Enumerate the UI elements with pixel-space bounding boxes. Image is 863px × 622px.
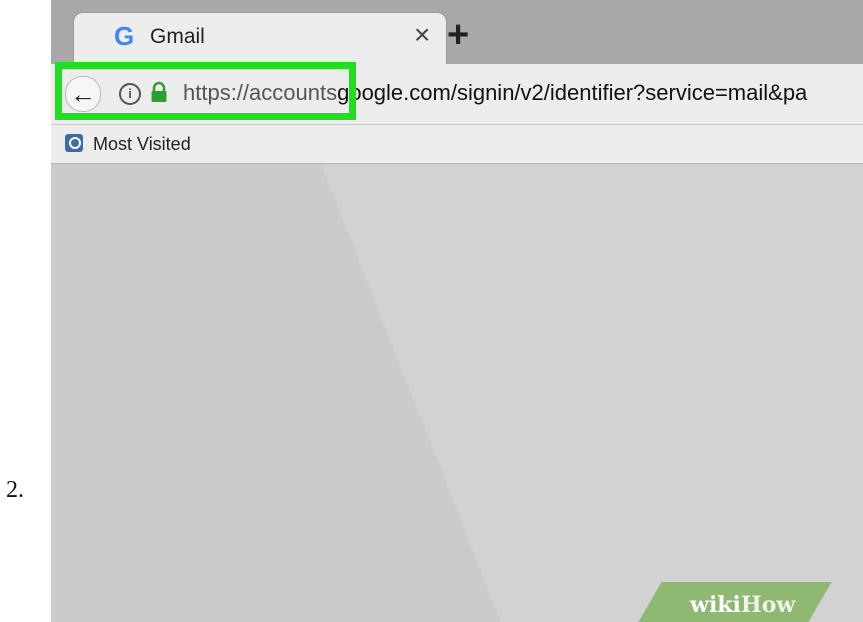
url-path: google.com/signin/v2/identifier?service=… <box>337 80 808 105</box>
tab-strip: G Gmail × + <box>51 0 863 69</box>
bookmarks-folder-icon <box>65 134 83 152</box>
bookmarks-bar: Most Visited <box>51 125 863 164</box>
highlight-box <box>55 62 356 120</box>
new-tab-button[interactable]: + <box>447 16 469 54</box>
wikihow-logo: wikiHow <box>690 592 796 618</box>
tab-gmail[interactable]: G Gmail × <box>73 12 447 69</box>
background-shade <box>51 164 501 622</box>
browser-window: G Gmail × + ← i https://accountsgoogle.c… <box>51 0 863 622</box>
tab-title: Gmail <box>150 25 205 48</box>
close-icon[interactable]: × <box>414 21 430 49</box>
google-g-icon: G <box>114 21 135 51</box>
bookmark-label: Most Visited <box>93 134 191 154</box>
page-content <box>51 164 863 622</box>
step-number: 2. <box>6 477 24 503</box>
